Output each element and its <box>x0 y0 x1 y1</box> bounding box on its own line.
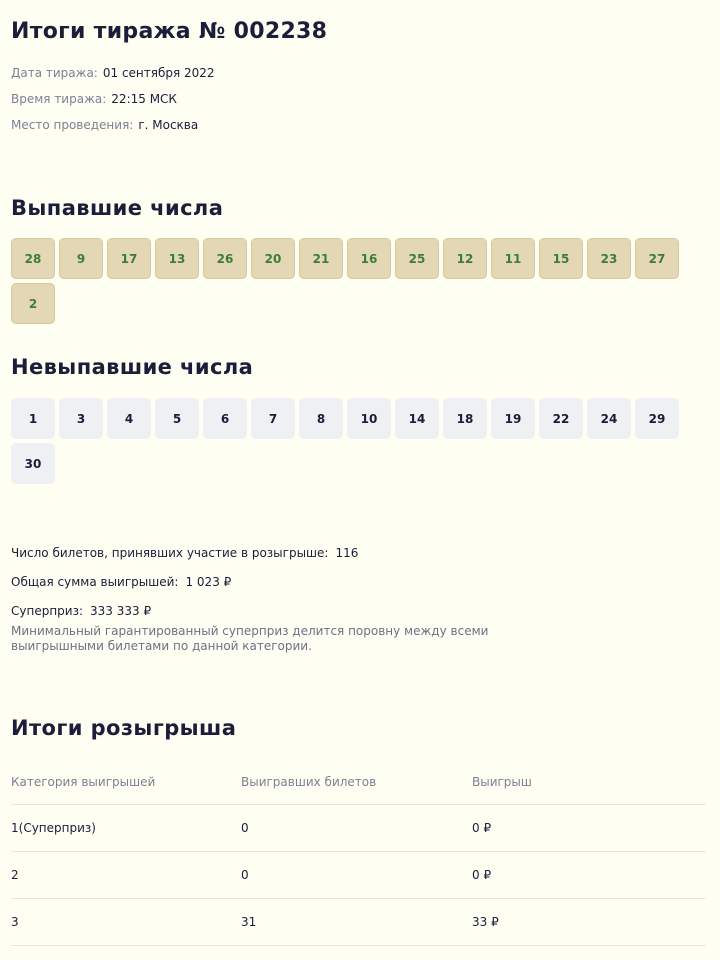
draw-date-label: Дата тиража: <box>11 66 98 80</box>
drawn-number-ball: 17 <box>107 238 151 279</box>
superprize-row: Суперприз: 333 333 ₽ <box>11 604 151 618</box>
not-drawn-number-ball: 30 <box>11 443 55 484</box>
cell-winners: 0 <box>241 821 249 835</box>
results-title: Итоги розыгрыша <box>11 716 237 740</box>
not-drawn-number-ball: 22 <box>539 398 583 439</box>
cell-prize: 0 ₽ <box>472 821 492 835</box>
not-drawn-number-ball: 4 <box>107 398 151 439</box>
total-winnings-value: 1 023 ₽ <box>185 575 232 589</box>
not-drawn-number-ball: 6 <box>203 398 247 439</box>
cell-prize: 33 ₽ <box>472 915 499 929</box>
not-drawn-number-ball: 14 <box>395 398 439 439</box>
draw-time-label: Время тиража: <box>11 92 107 106</box>
drawn-number-ball: 9 <box>59 238 103 279</box>
not-drawn-number-ball: 8 <box>299 398 343 439</box>
not-drawn-number-ball: 1 <box>11 398 55 439</box>
not-drawn-numbers-grid: 1 3 4 5 6 7 8 10 14 18 19 22 24 29 30 <box>11 398 711 484</box>
drawn-number-ball: 25 <box>395 238 439 279</box>
drawn-number-ball: 27 <box>635 238 679 279</box>
cell-category: 3 <box>11 915 19 929</box>
column-header-prize: Выигрыш <box>472 775 532 789</box>
cell-winners: 31 <box>241 915 257 929</box>
not-drawn-number-ball: 3 <box>59 398 103 439</box>
cell-category: 2 <box>11 868 19 882</box>
results-table: Категория выигрышей Выигравших билетов В… <box>11 760 706 946</box>
drawn-number-ball: 20 <box>251 238 295 279</box>
draw-place-label: Место проведения: <box>11 118 134 132</box>
draw-place-value: г. Москва <box>138 118 199 132</box>
drawn-numbers-grid: 28 9 17 13 26 20 21 16 25 12 11 15 23 27 2 <box>11 238 711 324</box>
drawn-number-ball: 26 <box>203 238 247 279</box>
draw-time-value: 22:15 МСК <box>111 92 177 106</box>
draw-place-row: Место проведения: г. Москва <box>11 118 198 132</box>
draw-time-row: Время тиража: 22:15 МСК <box>11 92 177 106</box>
cell-prize: 0 ₽ <box>472 868 492 882</box>
drawn-number-ball: 28 <box>11 238 55 279</box>
column-header-category: Категория выигрышей <box>11 775 156 789</box>
column-header-winners: Выигравших билетов <box>241 775 377 789</box>
superprize-value: 333 333 ₽ <box>90 604 152 618</box>
drawn-number-ball: 21 <box>299 238 343 279</box>
drawn-number-ball: 13 <box>155 238 199 279</box>
results-table-header: Категория выигрышей Выигравших билетов В… <box>11 760 706 805</box>
not-drawn-number-ball: 5 <box>155 398 199 439</box>
not-drawn-number-ball: 29 <box>635 398 679 439</box>
total-winnings-label: Общая сумма выигрышей: <box>11 575 179 589</box>
tickets-count-row: Число билетов, принявших участие в розыг… <box>11 546 358 560</box>
drawn-number-ball: 16 <box>347 238 391 279</box>
not-drawn-number-ball: 10 <box>347 398 391 439</box>
drawn-numbers-title: Выпавшие числа <box>11 196 224 220</box>
not-drawn-number-ball: 18 <box>443 398 487 439</box>
not-drawn-number-ball: 7 <box>251 398 295 439</box>
not-drawn-number-ball: 19 <box>491 398 535 439</box>
not-drawn-number-ball: 24 <box>587 398 631 439</box>
drawn-number-ball: 15 <box>539 238 583 279</box>
superprize-label: Суперприз: <box>11 604 84 618</box>
not-drawn-numbers-title: Невыпавшие числа <box>11 355 254 379</box>
total-winnings-row: Общая сумма выигрышей: 1 023 ₽ <box>11 575 231 589</box>
drawn-number-ball: 12 <box>443 238 487 279</box>
table-row: 3 31 33 ₽ <box>11 899 706 946</box>
draw-date-row: Дата тиража: 01 сентября 2022 <box>11 66 215 80</box>
drawn-number-ball: 23 <box>587 238 631 279</box>
drawn-number-ball: 2 <box>11 283 55 324</box>
tickets-count-value: 116 <box>335 546 359 560</box>
draw-date-value: 01 сентября 2022 <box>102 66 215 80</box>
table-row: 2 0 0 ₽ <box>11 852 706 899</box>
table-row: 1(Суперприз) 0 0 ₽ <box>11 805 706 852</box>
page-title: Итоги тиража № 002238 <box>11 19 328 44</box>
tickets-count-label: Число билетов, принявших участие в розыг… <box>11 546 329 560</box>
cell-winners: 0 <box>241 868 249 882</box>
superprize-note: Минимальный гарантированный суперприз де… <box>11 624 489 653</box>
cell-category: 1(Суперприз) <box>11 821 96 835</box>
drawn-number-ball: 11 <box>491 238 535 279</box>
